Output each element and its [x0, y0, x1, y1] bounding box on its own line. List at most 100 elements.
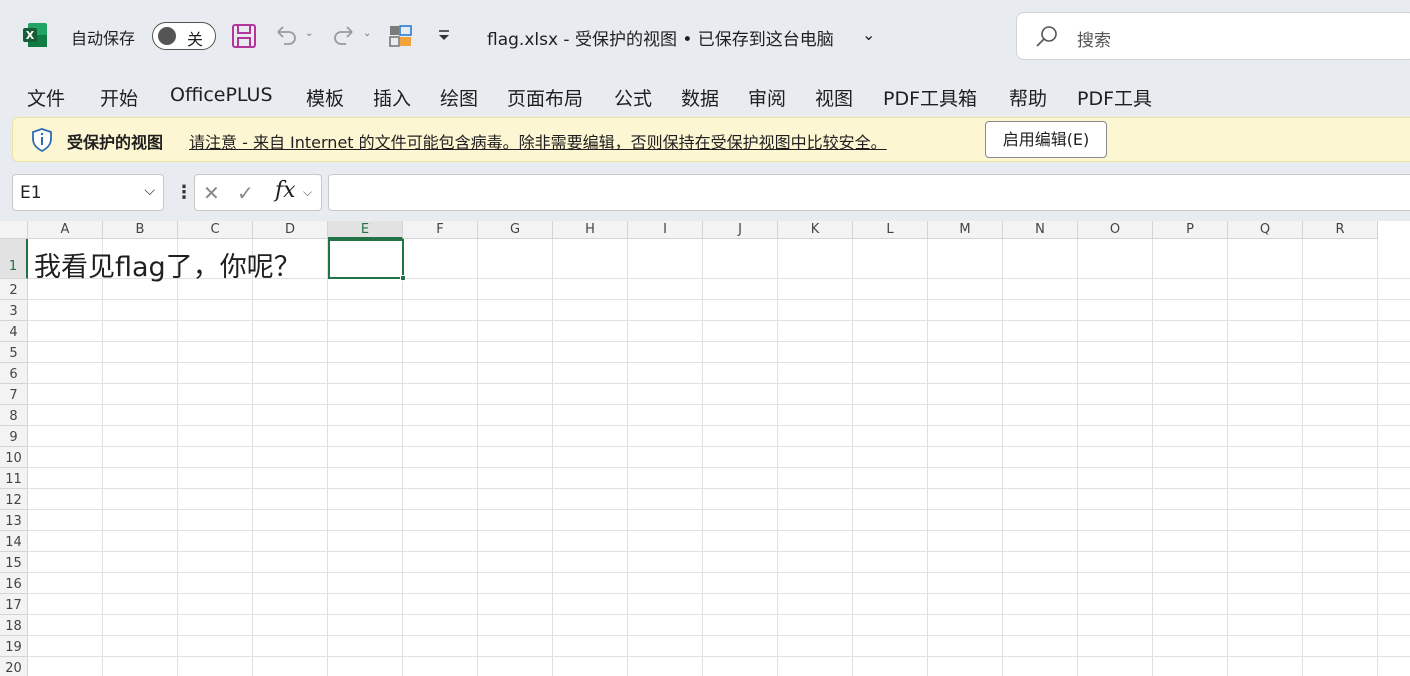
row-gridline: [28, 467, 1410, 468]
tab-review[interactable]: 审阅: [748, 84, 786, 111]
tab-data[interactable]: 数据: [681, 84, 719, 111]
tab-draw[interactable]: 绘图: [440, 84, 478, 111]
autosave-state: 关: [187, 30, 204, 49]
column-header-l[interactable]: L: [853, 221, 928, 239]
tab-help[interactable]: 帮助: [1009, 84, 1047, 111]
name-box[interactable]: E1 ⌵: [12, 174, 164, 211]
row-header-1[interactable]: 1: [0, 239, 28, 279]
cancel-icon[interactable]: ✕: [203, 181, 220, 205]
row-header-10[interactable]: 10: [0, 447, 28, 468]
undo-icon[interactable]: [272, 22, 300, 50]
column-gridline: [852, 239, 853, 676]
column-header-f[interactable]: F: [403, 221, 478, 239]
column-header-r[interactable]: R: [1303, 221, 1378, 239]
row-header-17[interactable]: 17: [0, 594, 28, 615]
tab-home[interactable]: 开始: [100, 84, 138, 111]
tab-page-layout[interactable]: 页面布局: [507, 84, 583, 111]
search-box[interactable]: 搜索: [1016, 12, 1410, 60]
tab-file[interactable]: 文件: [27, 84, 65, 111]
row-header-12[interactable]: 12: [0, 489, 28, 510]
column-header-h[interactable]: H: [553, 221, 628, 239]
column-gridline: [702, 239, 703, 676]
row-gridline: [28, 551, 1410, 552]
cell-a1[interactable]: 我看见flag了，你呢？: [34, 245, 301, 284]
column-header-m[interactable]: M: [928, 221, 1003, 239]
active-cell-e1[interactable]: [328, 239, 406, 281]
row-header-20[interactable]: 20: [0, 657, 28, 676]
document-title[interactable]: flag.xlsx - 受保护的视图 • 已保存到这台电脑: [487, 25, 834, 50]
column-header-i[interactable]: I: [628, 221, 703, 239]
tab-formulas[interactable]: 公式: [614, 84, 652, 111]
column-gridline: [477, 239, 478, 676]
formula-bar: E1 ⌵ ⋮ ✕ ✓ fx ⌵: [0, 168, 1410, 218]
search-placeholder: 搜索: [1077, 31, 1111, 51]
undo-dropdown-icon[interactable]: ⌄: [305, 28, 313, 39]
tab-templates[interactable]: 模板: [306, 84, 344, 111]
column-header-c[interactable]: C: [178, 221, 253, 239]
row-header-8[interactable]: 8: [0, 405, 28, 426]
row-header-16[interactable]: 16: [0, 573, 28, 594]
save-icon[interactable]: [230, 22, 258, 50]
tab-pdf-toolbox[interactable]: PDF工具箱: [883, 84, 977, 111]
tab-officeplus[interactable]: OfficePLUS: [170, 84, 273, 106]
column-gridline: [552, 239, 553, 676]
format-painter-icon[interactable]: [387, 22, 415, 50]
column-header-k[interactable]: K: [778, 221, 853, 239]
row-header-9[interactable]: 9: [0, 426, 28, 447]
column-gridline: [177, 239, 178, 676]
row-header-19[interactable]: 19: [0, 636, 28, 657]
redo-dropdown-icon[interactable]: ⌄: [363, 28, 371, 39]
column-gridline: [927, 239, 928, 676]
column-gridline: [252, 239, 253, 676]
column-gridline: [1152, 239, 1153, 676]
column-header-o[interactable]: O: [1078, 221, 1153, 239]
column-header-p[interactable]: P: [1153, 221, 1228, 239]
function-dropdown-icon[interactable]: ⌵: [303, 185, 312, 200]
row-header-13[interactable]: 13: [0, 510, 28, 531]
row-header-14[interactable]: 14: [0, 531, 28, 552]
title-dropdown-icon[interactable]: ⌄: [862, 25, 875, 44]
row-header-3[interactable]: 3: [0, 300, 28, 321]
redo-icon[interactable]: [330, 22, 358, 50]
chevron-down-icon[interactable]: ⌵: [144, 183, 155, 199]
row-header-7[interactable]: 7: [0, 384, 28, 405]
column-header-j[interactable]: J: [703, 221, 778, 239]
row-header-15[interactable]: 15: [0, 552, 28, 573]
tab-pdf-tools[interactable]: PDF工具: [1077, 84, 1152, 111]
select-all-corner[interactable]: [0, 221, 28, 239]
insert-function-icon[interactable]: fx: [275, 178, 296, 203]
column-header-q[interactable]: Q: [1228, 221, 1303, 239]
column-gridline: [402, 239, 403, 676]
autosave-toggle[interactable]: 关: [152, 22, 216, 50]
protected-view-title: 受保护的视图: [67, 133, 164, 152]
column-header-d[interactable]: D: [253, 221, 328, 239]
row-header-18[interactable]: 18: [0, 615, 28, 636]
row-header-2[interactable]: 2: [0, 279, 28, 300]
ribbon-tabs: 文件 开始 OfficePLUS 模板 插入 绘图 页面布局 公式 数据 审阅 …: [0, 72, 1410, 116]
column-header-b[interactable]: B: [103, 221, 178, 239]
protected-view-message[interactable]: 请注意 - 来自 Internet 的文件可能包含病毒。除非需要编辑，否则保持在…: [189, 129, 887, 153]
row-gridline: [28, 614, 1410, 615]
row-gridline: [28, 509, 1410, 510]
enable-editing-button[interactable]: 启用编辑(E): [985, 121, 1107, 158]
more-options-icon[interactable]: ⋮: [175, 182, 193, 203]
column-header-g[interactable]: G: [478, 221, 553, 239]
tab-view[interactable]: 视图: [815, 84, 853, 111]
column-header-a[interactable]: A: [28, 221, 103, 239]
shield-icon: [32, 128, 52, 152]
row-header-11[interactable]: 11: [0, 468, 28, 489]
column-header-e[interactable]: E: [328, 221, 403, 239]
row-header-6[interactable]: 6: [0, 363, 28, 384]
enter-icon[interactable]: ✓: [237, 181, 254, 205]
tab-insert[interactable]: 插入: [373, 84, 411, 111]
row-gridline: [28, 572, 1410, 573]
column-gridline: [102, 239, 103, 676]
row-gridline: [28, 530, 1410, 531]
fill-handle[interactable]: [400, 275, 406, 281]
row-header-4[interactable]: 4: [0, 321, 28, 342]
column-header-n[interactable]: N: [1003, 221, 1078, 239]
formula-input[interactable]: [328, 174, 1410, 211]
customize-quick-access-icon[interactable]: [430, 22, 458, 50]
row-header-5[interactable]: 5: [0, 342, 28, 363]
worksheet-grid[interactable]: ABCDEFGHIJKLMNOPQR 1 2 3 4 5 6 7 8 9 10 11 12 13 14 15…: [0, 221, 1410, 676]
